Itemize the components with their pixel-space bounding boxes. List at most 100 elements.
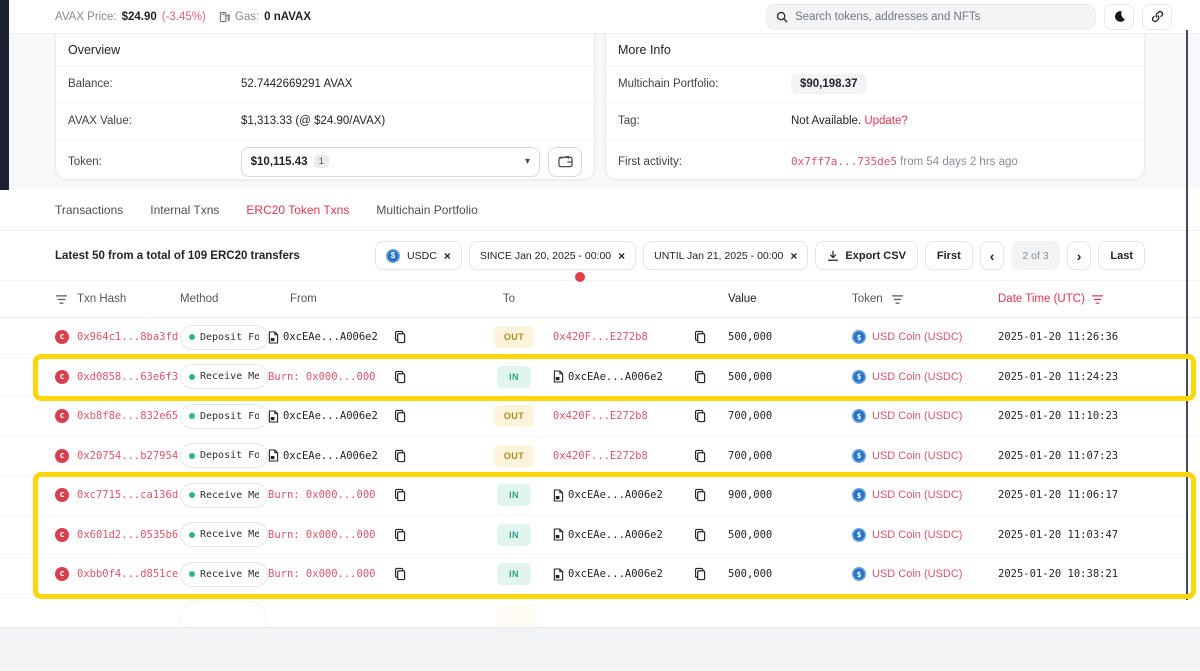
- status-icon[interactable]: c: [55, 488, 69, 502]
- txn-hash-link[interactable]: 0xc7715...ca136d: [77, 489, 178, 501]
- copy-icon[interactable]: [694, 528, 706, 542]
- avax-value: $1,313.33: [241, 115, 292, 127]
- direction-badge: OUT: [494, 326, 534, 348]
- to-address-link[interactable]: 0xcEAe...A006e2: [568, 529, 663, 541]
- pagination-last-button[interactable]: Last: [1098, 241, 1145, 270]
- from-address-link[interactable]: Burn: 0x000...000: [268, 489, 375, 501]
- copy-icon[interactable]: [394, 488, 406, 502]
- transfer-value: 500,000: [715, 529, 803, 541]
- since-filter-chip[interactable]: SINCE Jan 20, 2025 - 00:00 ×: [469, 241, 636, 270]
- from-address-link[interactable]: 0xcEAe...A006e2: [283, 450, 378, 462]
- page-indicator: 2 of 3: [1011, 241, 1059, 270]
- direction-badge: IN: [497, 563, 531, 585]
- usdc-token-icon: $: [852, 370, 866, 384]
- filter-icon[interactable]: [891, 294, 904, 305]
- tab-erc20-token-txns[interactable]: ERC20 Token Txns: [246, 203, 349, 217]
- token-count-badge: 1: [314, 155, 329, 168]
- status-icon[interactable]: c: [55, 370, 69, 384]
- txn-hash-link[interactable]: 0xb8f8e...832e65: [77, 410, 178, 422]
- tab-internal-txns[interactable]: Internal Txns: [150, 203, 219, 217]
- status-icon[interactable]: c: [55, 330, 69, 344]
- token-link[interactable]: USD Coin (USDC): [872, 568, 962, 580]
- txn-hash-link[interactable]: 0x20754...b27954: [77, 450, 178, 462]
- tab-transactions[interactable]: Transactions: [55, 203, 123, 217]
- wallet-button[interactable]: [548, 147, 582, 177]
- to-address-link[interactable]: 0xcEAe...A006e2: [568, 568, 663, 580]
- filter-row: Latest 50 from a total of 109 ERC20 tran…: [0, 231, 1200, 281]
- to-address-link[interactable]: 0xcEAe...A006e2: [568, 371, 663, 383]
- method-pill[interactable]: Deposit Fo...: [180, 325, 268, 350]
- header-from: From: [268, 293, 385, 305]
- usdc-token-icon: $: [852, 409, 866, 423]
- pagination-prev-button[interactable]: ‹: [980, 241, 1005, 270]
- share-link-button[interactable]: [1142, 4, 1172, 30]
- tag-update-link[interactable]: Update?: [864, 115, 907, 127]
- token-link[interactable]: USD Coin (USDC): [872, 410, 962, 422]
- method-pill[interactable]: Receive Me...: [180, 483, 268, 508]
- txn-hash-link[interactable]: 0xd0858...63e6f3: [77, 371, 178, 383]
- copy-icon[interactable]: [394, 528, 406, 542]
- copy-icon[interactable]: [694, 370, 706, 384]
- copy-icon[interactable]: [394, 567, 406, 581]
- status-icon[interactable]: c: [55, 528, 69, 542]
- from-address-link[interactable]: Burn: 0x000...000: [268, 568, 375, 580]
- status-icon[interactable]: c: [55, 567, 69, 581]
- link-icon: [1151, 10, 1164, 23]
- token-link[interactable]: USD Coin (USDC): [872, 371, 962, 383]
- to-address-link[interactable]: 0x420F...E272b8: [553, 331, 648, 343]
- window-edge-line: [1186, 30, 1188, 600]
- to-address-link[interactable]: 0x420F...E272b8: [553, 410, 648, 422]
- first-activity-hash-link[interactable]: 0x7ff7a...735de5: [791, 155, 897, 168]
- until-filter-chip[interactable]: UNTIL Jan 21, 2025 - 00:00 ×: [643, 241, 808, 270]
- token-link[interactable]: USD Coin (USDC): [872, 489, 962, 501]
- overview-title: Overview: [56, 34, 594, 66]
- copy-icon[interactable]: [394, 409, 406, 423]
- close-icon[interactable]: ×: [618, 249, 625, 263]
- direction-badge: OUT: [494, 405, 534, 427]
- copy-icon[interactable]: [694, 330, 706, 344]
- token-holdings-dropdown[interactable]: $10,115.43 1 ▾: [241, 147, 540, 177]
- copy-icon[interactable]: [694, 488, 706, 502]
- filter-icon[interactable]: [1091, 294, 1104, 305]
- copy-icon[interactable]: [394, 449, 406, 463]
- token-link[interactable]: USD Coin (USDC): [872, 529, 962, 541]
- from-address-link[interactable]: Burn: 0x000...000: [268, 529, 375, 541]
- close-icon[interactable]: ×: [444, 249, 451, 263]
- method-pill[interactable]: Deposit Fo...: [180, 443, 268, 468]
- token-link[interactable]: USD Coin (USDC): [872, 331, 962, 343]
- token-link[interactable]: USD Coin (USDC): [872, 450, 962, 462]
- copy-icon[interactable]: [694, 567, 706, 581]
- export-csv-button[interactable]: Export CSV: [815, 241, 918, 270]
- tab-multichain-portfolio[interactable]: Multichain Portfolio: [376, 203, 477, 217]
- status-icon[interactable]: c: [55, 449, 69, 463]
- header-method: Method: [180, 293, 268, 305]
- txn-hash-link[interactable]: 0x601d2...0535b6: [77, 529, 178, 541]
- method-pill[interactable]: Receive Me...: [180, 364, 268, 389]
- token-filter-chip[interactable]: $ USDC ×: [375, 241, 462, 270]
- copy-icon[interactable]: [694, 409, 706, 423]
- to-address-link[interactable]: 0x420F...E272b8: [553, 450, 648, 462]
- filter-icon[interactable]: [55, 294, 68, 305]
- search-box[interactable]: [766, 4, 1096, 30]
- status-icon[interactable]: c: [55, 409, 69, 423]
- from-address-link[interactable]: 0xcEAe...A006e2: [283, 331, 378, 343]
- txn-hash-link[interactable]: 0x964c1...8ba3fd: [77, 331, 178, 343]
- search-input[interactable]: [795, 11, 1086, 23]
- copy-icon[interactable]: [694, 449, 706, 463]
- chevron-right-icon: ›: [1077, 249, 1082, 263]
- txn-hash-link[interactable]: 0xbb0f4...d851ce: [77, 568, 178, 580]
- to-address-link[interactable]: 0xcEAe...A006e2: [568, 489, 663, 501]
- from-address-link[interactable]: 0xcEAe...A006e2: [283, 410, 378, 422]
- from-address-link[interactable]: Burn: 0x000...000: [268, 371, 375, 383]
- copy-icon[interactable]: [394, 330, 406, 344]
- close-icon[interactable]: ×: [790, 249, 797, 263]
- theme-toggle-button[interactable]: [1104, 4, 1134, 30]
- method-pill[interactable]: Receive Me...: [180, 522, 268, 547]
- method-pill[interactable]: Deposit Fo...: [180, 404, 268, 429]
- pagination-next-button[interactable]: ›: [1067, 241, 1092, 270]
- avax-value-label: AVAX Value:: [68, 115, 241, 127]
- tag-value: Not Available.: [791, 115, 861, 127]
- copy-icon[interactable]: [394, 370, 406, 384]
- method-pill[interactable]: Receive Me...: [180, 562, 268, 587]
- pagination-first-button[interactable]: First: [925, 241, 973, 270]
